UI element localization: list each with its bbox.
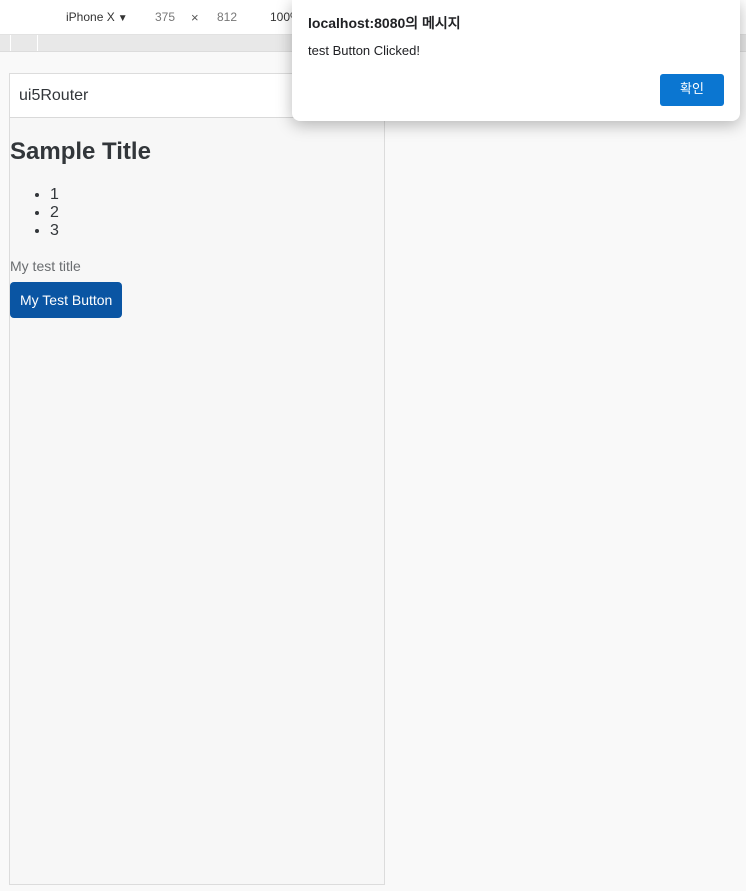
viewport-width-input[interactable]: 375 [155,10,175,24]
dialog-ok-button[interactable]: 확인 [660,74,724,106]
dialog-message: test Button Clicked! [308,43,420,58]
list-item: 1 [50,186,384,204]
device-viewport: ui5Router Sample Title 1 2 3 My test tit… [9,73,385,885]
dropdown-caret-icon: ▼ [117,13,128,24]
dimension-separator: × [191,10,199,25]
list-item: 2 [50,204,384,222]
app-header-title: ui5Router [19,87,89,104]
device-select[interactable]: iPhone X ▼ [66,10,128,24]
list-item: 3 [50,222,384,240]
number-list: 1 2 3 [10,186,384,240]
page-title: Sample Title [10,138,151,165]
dialog-title: localhost:8080의 메시지 [308,15,461,31]
ruler-segment[interactable] [11,35,38,51]
device-name: iPhone X [66,10,115,24]
my-test-button[interactable]: My Test Button [10,282,123,318]
test-subtitle: My test title [10,258,81,274]
ruler-segment[interactable] [0,35,11,51]
page-content: Sample Title 1 2 3 My test title My Test… [10,138,384,318]
viewport-height-input[interactable]: 812 [217,10,237,24]
alert-dialog: localhost:8080의 메시지 test Button Clicked!… [292,0,740,121]
